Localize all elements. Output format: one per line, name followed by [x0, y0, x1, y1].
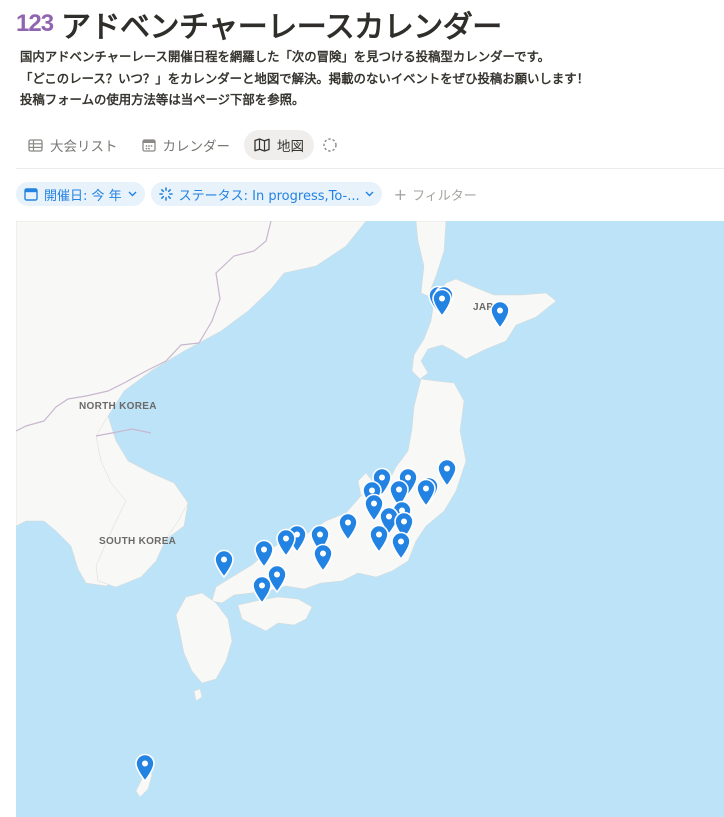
- map-view[interactable]: NORTH KOREA SOUTH KOREA JAPAN: [16, 221, 724, 817]
- view-tabs: 大会リスト カレンダー 地図: [18, 129, 352, 161]
- tab-calendar-label: カレンダー: [162, 139, 231, 155]
- map-pin-icon[interactable]: [251, 575, 273, 605]
- loading-icon: [158, 187, 173, 201]
- amami-islands: [193, 688, 203, 702]
- map-pin-icon[interactable]: [213, 549, 235, 579]
- description-line-1: 国内アドベンチャーレース開催日程を網羅した「次の冒険」を見つける投稿型カレンダー…: [20, 49, 551, 64]
- map-pin-icon[interactable]: [337, 512, 359, 542]
- table-icon: [28, 138, 43, 152]
- page-title: アドベンチャーレースカレンダー: [61, 10, 502, 45]
- status-filter-chip[interactable]: ステータス: In progress,To-...: [150, 182, 382, 206]
- calendar-icon: [24, 188, 38, 201]
- map-icon: [254, 138, 270, 152]
- add-filter-label: フィルター: [412, 188, 477, 204]
- more-views-button[interactable]: [318, 130, 348, 160]
- tab-race-list-label: 大会リスト: [50, 139, 118, 155]
- tabs-divider: [16, 168, 724, 169]
- chevron-down-icon: [365, 191, 374, 197]
- description-line-3: 投稿フォームの使用方法等は当ページ下部を参照。: [20, 92, 305, 107]
- date-filter-label: 開催日: 今 年: [44, 188, 122, 204]
- filter-bar: 開催日: 今 年 ステータス: In progress,To-... + フィル…: [16, 181, 483, 207]
- map-pin-icon[interactable]: [489, 300, 511, 330]
- page-header: 123 アドベンチャーレースカレンダー: [16, 4, 724, 45]
- shikoku: [237, 596, 313, 632]
- chevron-down-icon: [128, 191, 137, 197]
- tab-race-list[interactable]: 大会リスト: [18, 130, 128, 160]
- page-icon: 123: [16, 10, 54, 37]
- tab-map[interactable]: 地図: [244, 130, 314, 160]
- map-pin-icon[interactable]: [134, 753, 156, 783]
- tab-map-label: 地図: [277, 139, 304, 155]
- north-korea-label: NORTH KOREA: [79, 401, 157, 412]
- dashed-circle-icon: [322, 138, 337, 152]
- map-pin-icon[interactable]: [368, 524, 390, 554]
- map-pin-icon[interactable]: [390, 531, 412, 561]
- kyushu: [175, 592, 233, 684]
- map-pin-icon[interactable]: [415, 478, 437, 508]
- description-line-2: 「どこのレース？いつ？」をカレンダーと地図で解決。掲載のないイベントをぜひ投稿お…: [20, 70, 589, 86]
- plus-icon: +: [393, 184, 408, 204]
- map-pin-icon[interactable]: [431, 288, 453, 318]
- status-filter-label: ステータス: In progress,To-...: [178, 188, 359, 204]
- tab-calendar[interactable]: カレンダー: [132, 130, 241, 160]
- calendar-icon: [141, 139, 156, 152]
- map-pin-icon[interactable]: [275, 528, 297, 558]
- date-filter-chip[interactable]: 開催日: 今 年: [16, 182, 145, 206]
- page-description: 国内アドベンチャーレース開催日程を網羅した「次の冒険」を見つける投稿型カレンダー…: [20, 46, 710, 111]
- south-korea-label: SOUTH KOREA: [99, 536, 177, 547]
- add-filter-button[interactable]: + フィルター: [388, 185, 483, 204]
- map-pin-icon[interactable]: [312, 543, 334, 573]
